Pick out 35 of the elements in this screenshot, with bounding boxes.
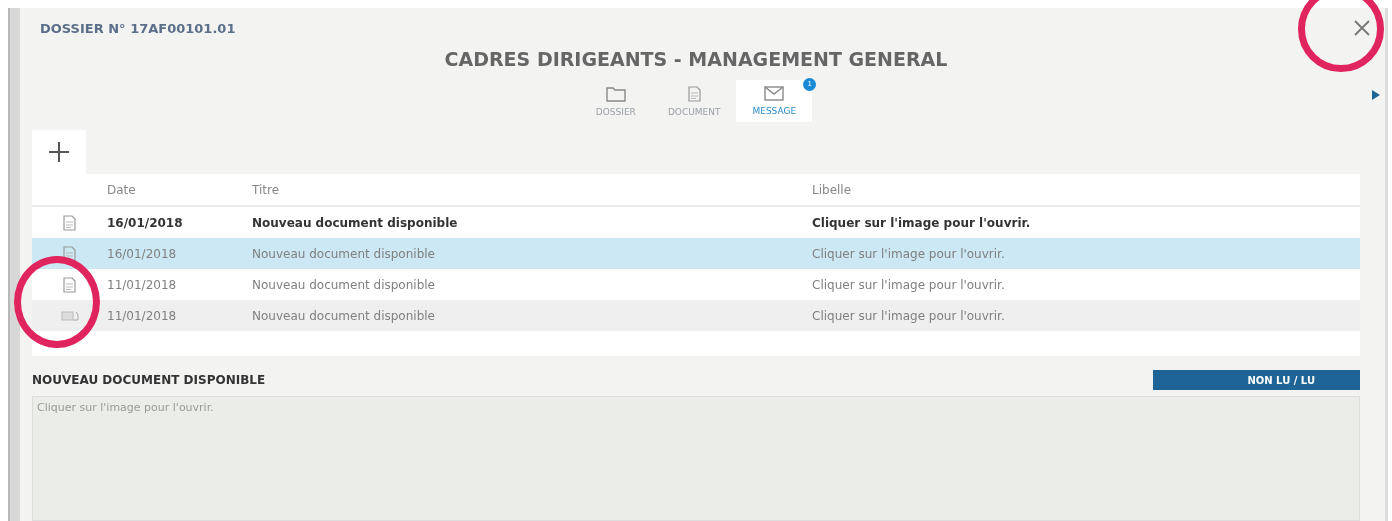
folder-icon — [605, 85, 626, 102]
message-body: Cliquer sur l'image pour l'ouvrir. — [32, 396, 1360, 521]
table-cell-text: Nouveau document disponible — [252, 215, 459, 230]
document-icon — [687, 85, 701, 102]
plus-icon — [48, 141, 70, 163]
table-cell-text: Nouveau document disponible — [252, 277, 436, 292]
detail-heading: NOUVEAU DOCUMENT DISPONIBLE — [32, 373, 266, 387]
column-header: Titre — [252, 182, 281, 197]
tab[interactable]: DOSSIER — [579, 79, 652, 123]
document-icon — [63, 245, 76, 262]
next-arrow[interactable] — [1372, 90, 1380, 100]
page-title: CADRES DIRIGEANTS - MANAGEMENT GENERAL — [443, 48, 949, 70]
column-header: Libelle — [812, 182, 853, 197]
column-header: Date — [107, 182, 137, 197]
table-row[interactable]: 11/01/2018 Nouveau document disponible Cliquer sur l'image pour l'ouvrir. — [32, 300, 1360, 331]
read-toggle-button[interactable]: NON LU / LU — [1153, 370, 1360, 390]
table-cell-text: Cliquer sur l'image pour l'ouvrir. — [812, 215, 1032, 230]
triangle-icon — [1372, 90, 1380, 100]
dossier-number: DOSSIER N° 17AF00101.01 — [40, 20, 236, 36]
table-cell-text: Nouveau document disponible — [252, 246, 436, 261]
table-cell-text: Nouveau document disponible — [252, 308, 436, 323]
table-cell-text: Cliquer sur l'image pour l'ouvrir. — [812, 277, 1006, 292]
table-cell-text: Cliquer sur l'image pour l'ouvrir. — [812, 246, 1006, 261]
table-cell-text: 16/01/2018 — [107, 246, 178, 261]
tab[interactable]: DOCUMENT — [651, 79, 737, 123]
table-cell-text: 11/01/2018 — [107, 308, 178, 323]
close-button[interactable] — [1352, 18, 1372, 38]
add-button[interactable] — [32, 130, 86, 174]
close-icon — [1352, 18, 1372, 38]
table-cell-text: Cliquer sur l'image pour l'ouvrir. — [812, 308, 1006, 323]
table-cell-text: 16/01/2018 — [107, 215, 184, 230]
table-row[interactable]: 16/01/2018 Nouveau document disponible Cliquer sur l'image pour l'ouvrir. — [32, 238, 1360, 269]
document-icon — [63, 276, 76, 293]
document-icon — [63, 214, 76, 231]
table-cell-text: 11/01/2018 — [107, 277, 178, 292]
